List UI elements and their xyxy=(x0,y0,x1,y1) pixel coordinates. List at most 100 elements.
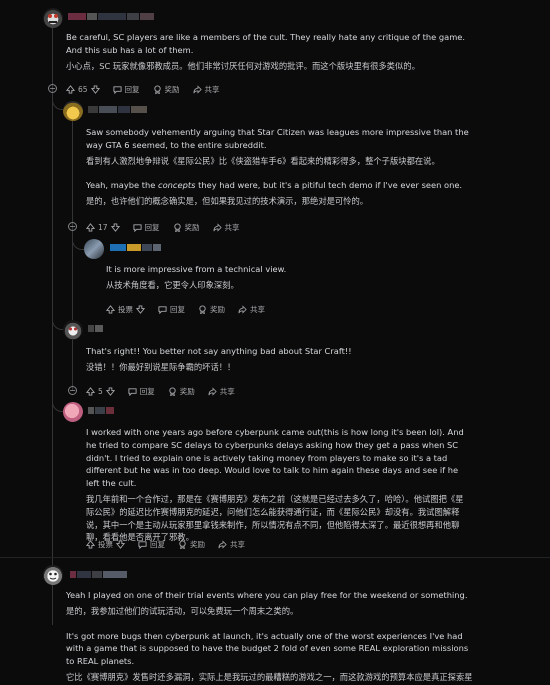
reply-label: 回复 xyxy=(144,222,160,232)
award-button[interactable]: 奖励 xyxy=(198,304,225,315)
comment-actions: 投票 回复 奖励 共享 xyxy=(86,538,258,550)
share-label: 共享 xyxy=(204,84,220,94)
arrow-up-icon[interactable] xyxy=(66,84,75,94)
award-ribbon-icon xyxy=(199,304,206,314)
reply-button[interactable]: 回复 xyxy=(112,84,140,95)
award-ribbon-icon xyxy=(179,539,186,549)
award-label: 奖励 xyxy=(179,386,195,396)
vote-control: 17 xyxy=(86,223,120,232)
comment-text-en: Be careful, SC players are like a member… xyxy=(66,32,466,55)
comment-actions: 投票 回复 奖励 共享 xyxy=(106,303,278,315)
comment-body: It is more impressive from a technical v… xyxy=(106,263,486,292)
share-button[interactable]: 共享 xyxy=(238,304,265,315)
reply-button[interactable]: 回复 xyxy=(128,386,155,397)
vote-control: 投票 xyxy=(106,304,145,315)
share-button[interactable]: 共享 xyxy=(218,539,245,550)
collapse-minus-icon[interactable]: − xyxy=(68,222,77,231)
comment-body: Saw somebody vehemently arguing that Sta… xyxy=(86,126,481,208)
award-label: 奖励 xyxy=(184,222,200,232)
comment-text-zh: 它比《赛博朋克》发售时还多漏洞，实际上是我玩过的最糟糕的游戏之一，而这款游戏的预… xyxy=(66,671,473,685)
arrow-down-icon[interactable] xyxy=(110,222,120,232)
avatar[interactable] xyxy=(63,402,83,422)
username-redacted[interactable] xyxy=(88,325,103,332)
comment-text-en: Yeah, maybe the concepts they had were, … xyxy=(86,179,481,192)
comment-bubble-icon xyxy=(138,540,147,549)
reply-label: 回复 xyxy=(139,386,155,396)
comment-text-fragment: Yeah, maybe the xyxy=(86,180,159,191)
reply-label: 回复 xyxy=(124,84,140,94)
share-label: 共享 xyxy=(250,304,265,314)
thread-line-c2[interactable] xyxy=(72,120,73,390)
share-button[interactable]: 共享 xyxy=(213,222,240,233)
arrow-down-icon[interactable] xyxy=(136,304,145,314)
username-redacted[interactable] xyxy=(110,244,161,251)
username-redacted[interactable] xyxy=(70,571,127,578)
comment-body: I worked with one years ago before cyber… xyxy=(86,426,471,544)
reply-label: 回复 xyxy=(170,304,185,314)
comment-actions: 65 回复 奖励 共享 xyxy=(66,83,233,95)
vote-label: 投票 xyxy=(118,304,133,314)
vote-count: 65 xyxy=(78,84,88,94)
reply-button[interactable]: 回复 xyxy=(132,222,160,233)
reply-button[interactable]: 回复 xyxy=(138,539,165,550)
arrow-up-icon[interactable] xyxy=(86,386,95,396)
share-label: 共享 xyxy=(219,386,235,396)
comment-text-zh: 我几年前和一个合作过，那是在《赛博朋克》发布之前（这就是已经过去多久了，哈哈）。… xyxy=(86,493,464,543)
arrow-up-icon[interactable] xyxy=(86,539,95,549)
award-label: 奖励 xyxy=(190,539,205,549)
arrow-up-icon[interactable] xyxy=(86,222,95,232)
comment-text-zh: 是的，我参加过他们的试玩活动，可以免费玩一个周末之类的。 xyxy=(66,605,299,616)
reply-button[interactable]: 回复 xyxy=(158,304,185,315)
share-button[interactable]: 共享 xyxy=(208,386,235,397)
avatar[interactable] xyxy=(43,565,63,585)
award-label: 奖励 xyxy=(164,84,180,94)
arrow-down-icon[interactable] xyxy=(90,84,100,94)
vote-label: 投票 xyxy=(98,539,113,549)
award-ribbon-icon xyxy=(173,222,181,232)
comment-text-en: It is more impressive from a technical v… xyxy=(106,264,287,274)
avatar[interactable] xyxy=(63,101,83,121)
comment-text-en: I worked with one years ago before cyber… xyxy=(86,427,464,489)
comment-actions: 5 回复 奖励 共享 xyxy=(86,385,248,397)
comment-body: That's right!! You better not say anythi… xyxy=(86,345,481,374)
comment-text-zh: 没错！！你最好别说星际争霸的坏话！！ xyxy=(86,361,236,372)
award-ribbon-icon xyxy=(169,386,176,396)
collapse-minus-icon[interactable]: − xyxy=(68,386,77,395)
award-button[interactable]: 奖励 xyxy=(168,386,195,397)
arrow-up-icon[interactable] xyxy=(106,304,115,314)
comment-text-zh: 小心点，SC 玩家就像邪教成员。他们非常讨厌任何对游戏的批评。而这个版块里有很多… xyxy=(66,60,420,71)
avatar[interactable] xyxy=(43,8,63,28)
comment-text-zh: 从技术角度看，它更令人印象深刻。 xyxy=(106,279,239,290)
comment-divider xyxy=(0,557,550,558)
award-button[interactable]: 奖励 xyxy=(178,539,205,550)
comment-bubble-icon xyxy=(128,387,137,396)
avatar-icon xyxy=(49,572,57,580)
award-button[interactable]: 奖励 xyxy=(173,222,200,233)
award-button[interactable]: 奖励 xyxy=(153,84,180,95)
award-ribbon-icon xyxy=(153,84,161,94)
arrow-down-icon[interactable] xyxy=(116,539,125,549)
share-arrow-icon xyxy=(193,84,202,94)
vote-control: 65 xyxy=(66,85,100,94)
share-arrow-icon xyxy=(218,539,227,549)
comment-actions: 17 回复 奖励 共享 xyxy=(86,221,253,233)
reply-label: 回复 xyxy=(150,539,165,549)
share-button[interactable]: 共享 xyxy=(193,84,220,95)
vote-count: 17 xyxy=(98,222,108,232)
avatar[interactable] xyxy=(84,239,104,259)
vote-control: 5 xyxy=(86,387,115,396)
comment-text-en: It's got more bugs then cyberpunk at lau… xyxy=(66,630,469,667)
avatar[interactable] xyxy=(63,320,83,340)
username-redacted[interactable] xyxy=(68,13,154,20)
comment-text-en: That's right!! You better not say anythi… xyxy=(86,346,352,356)
emphasis-text: concepts xyxy=(158,180,196,191)
arrow-down-icon[interactable] xyxy=(105,386,115,396)
username-redacted[interactable] xyxy=(88,106,147,113)
username-redacted[interactable] xyxy=(88,407,114,414)
share-arrow-icon xyxy=(213,222,222,232)
comment-bubble-icon xyxy=(112,85,122,94)
collapse-minus-icon[interactable]: − xyxy=(48,84,57,93)
avatar-icon xyxy=(69,327,77,331)
comment-text-fragment: they had were, but it's a pitiful tech d… xyxy=(195,180,463,191)
comment-bubble-icon xyxy=(132,223,142,232)
